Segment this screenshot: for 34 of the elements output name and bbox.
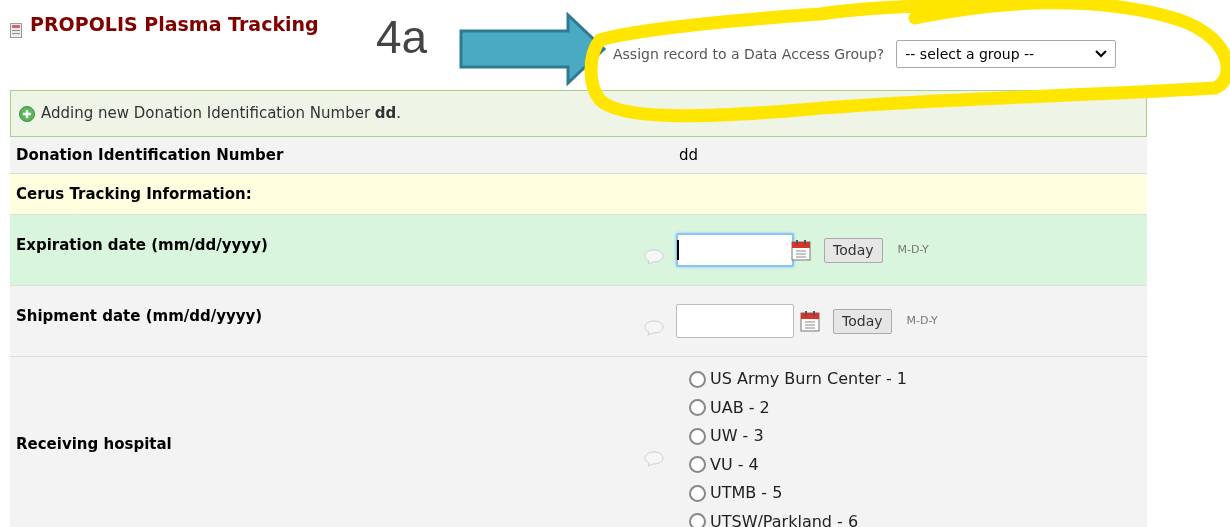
radio-button[interactable]: [689, 513, 706, 527]
radio-option[interactable]: US Army Burn Center - 1: [689, 365, 907, 394]
form-icon: [10, 22, 22, 38]
chevron-down-icon: [1095, 50, 1108, 58]
date-input[interactable]: [676, 233, 794, 267]
annotation-label: 4a: [376, 14, 428, 60]
today-button[interactable]: Today: [824, 237, 883, 263]
radio-option[interactable]: UAB - 2: [689, 393, 907, 422]
dag-label: Assign record to a Data Access Group?: [613, 44, 885, 64]
page-title: PROPOLIS Plasma Tracking: [30, 11, 319, 37]
field-label: Donation Identification Number: [16, 144, 285, 166]
radio-button[interactable]: [689, 484, 706, 502]
radio-button[interactable]: [689, 399, 706, 417]
notice-text: Adding new Donation Identification Number dd.: [41, 103, 402, 125]
today-button[interactable]: Today: [833, 308, 892, 334]
field-label: Expiration date (mm/dd/yyyy): [16, 234, 269, 256]
radio-button[interactable]: [689, 370, 706, 388]
radio-option[interactable]: VU - 4: [689, 450, 907, 479]
plus-icon: [19, 105, 35, 122]
calendar-icon[interactable]: [791, 239, 811, 261]
arrow-icon: [459, 12, 607, 86]
radio-option[interactable]: UTMB - 5: [689, 479, 907, 508]
field-label: Shipment date (mm/dd/yyyy): [16, 305, 264, 327]
radio-option[interactable]: UW - 3: [689, 422, 907, 451]
group-select[interactable]: -- select a group --: [896, 40, 1117, 68]
date-format-hint: M-D-Y: [897, 241, 929, 258]
calendar-icon[interactable]: [800, 310, 820, 332]
radio-button[interactable]: [689, 427, 706, 445]
section-title: Cerus Tracking Information:: [16, 183, 252, 205]
date-format-hint: M-D-Y: [906, 312, 938, 329]
field-value: dd: [679, 144, 699, 166]
date-input[interactable]: [676, 304, 794, 338]
radio-button[interactable]: [689, 456, 706, 474]
field-label: Receiving hospital: [16, 434, 173, 456]
